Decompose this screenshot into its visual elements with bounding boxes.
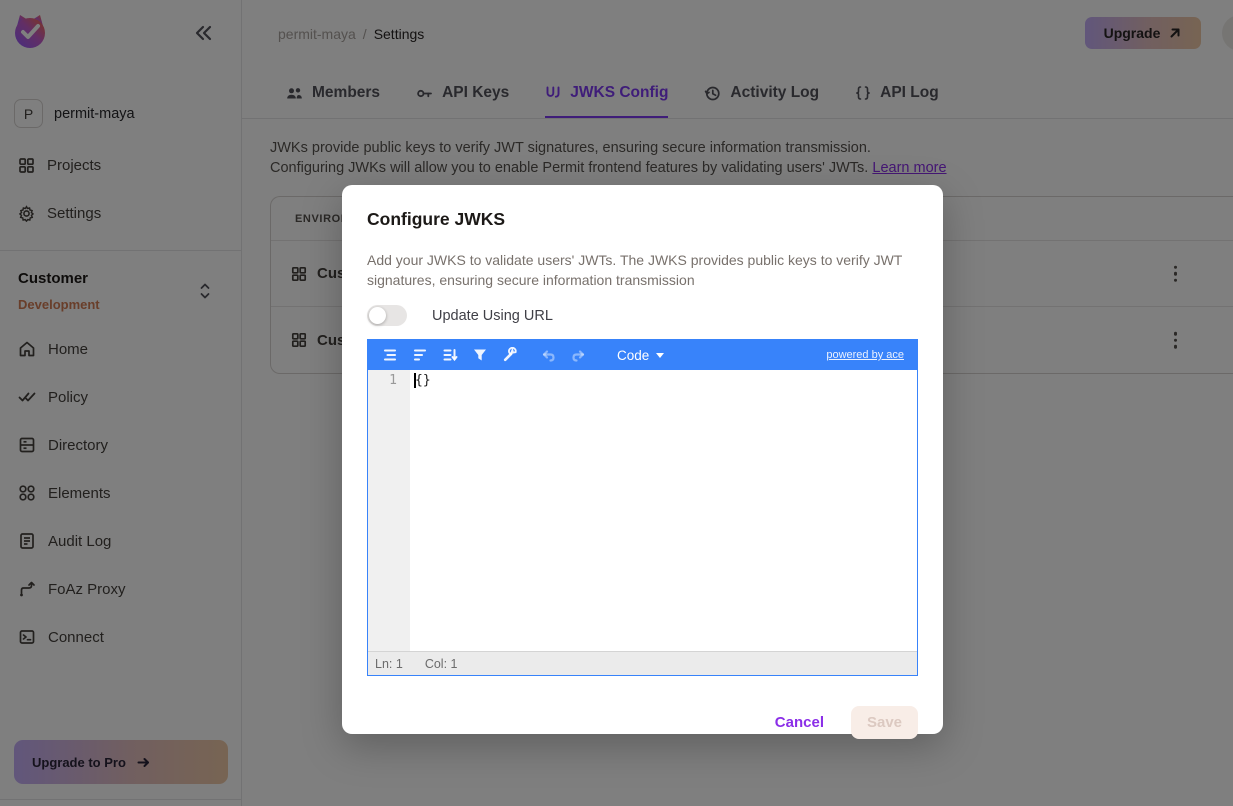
powered-by-ace-link[interactable]: powered by ace [826,349,908,361]
update-using-url-row: Update Using URL [367,305,918,326]
compact-json-icon[interactable] [407,342,433,368]
status-line: Ln: 1 [375,656,403,671]
update-using-url-toggle[interactable] [367,305,407,326]
cancel-button[interactable]: Cancel [775,714,824,731]
toggle-label: Update Using URL [432,307,553,324]
modal-description: Add your JWKS to validate users' JWTs. T… [367,252,903,288]
editor-mode-label: Code [617,347,650,363]
chevron-down-icon [656,352,665,358]
repair-wrench-icon[interactable] [497,342,523,368]
configure-jwks-modal: Configure JWKS Add your JWKS to validate… [342,185,943,739]
jwks-json-editor: Code powered by ace 1 {} Ln: 1 Col: 1 [367,339,918,676]
permit-app: P permit-maya Projects Settings Custo [0,0,1233,806]
redo-icon[interactable] [565,342,591,368]
sort-icon[interactable] [437,342,463,368]
editor-mode-dropdown[interactable]: Code [617,347,665,363]
editor-code-area[interactable]: {} [410,370,917,651]
editor-status-bar: Ln: 1 Col: 1 [368,651,917,675]
modal-footer: Cancel Save [367,706,918,739]
text-cursor [414,373,416,388]
editor-toolbar: Code powered by ace [368,340,917,370]
status-col: Col: 1 [424,656,458,671]
toggle-knob [369,307,386,324]
editor-content: {} [415,373,431,388]
editor-line-number: 1 [368,370,410,651]
save-button[interactable]: Save [851,706,918,739]
editor-body[interactable]: 1 {} [368,370,917,651]
modal-title: Configure JWKS [367,209,506,229]
format-json-icon[interactable] [377,342,403,368]
undo-icon[interactable] [535,342,561,368]
transform-filter-icon[interactable] [467,342,493,368]
